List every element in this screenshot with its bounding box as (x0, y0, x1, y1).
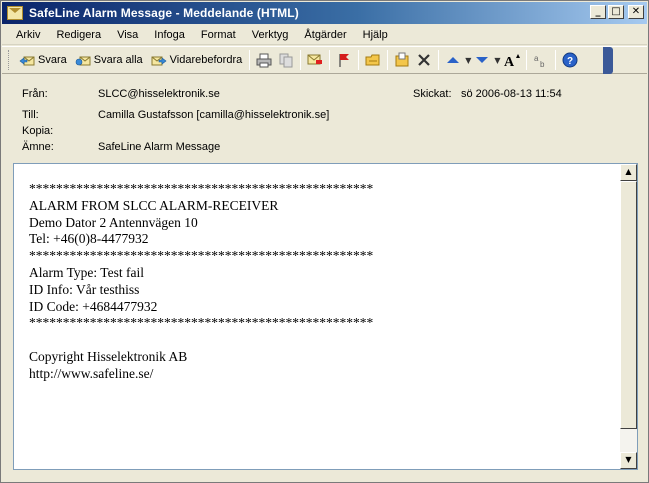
alarm-heading: ALARM FROM SLCC ALARM-RECEIVER (29, 197, 279, 213)
toolbar-separator (329, 50, 331, 70)
from-value[interactable]: SLCC@hisselektronik.se (98, 88, 220, 102)
move-to-folder-icon (365, 54, 380, 66)
copy-button[interactable] (275, 49, 297, 71)
font-size-button[interactable]: A (501, 49, 523, 71)
phone-line: Tel: +46(0)8-4477932 (29, 231, 149, 247)
cc-label: Kopia: (22, 125, 54, 137)
menu-atgarder[interactable]: Åtgärder (296, 29, 354, 41)
toolbar-grip[interactable] (8, 50, 11, 70)
toolbar-separator (249, 50, 251, 70)
id-code-line: ID Code: +4684477932 (29, 298, 158, 314)
reply-all-button[interactable]: Svara alla (71, 49, 147, 71)
sent-value: sö 2006-08-13 11:54 (461, 88, 562, 100)
flag-message-icon (307, 54, 323, 65)
copyright-line: Copyright Hisselektronik AB (29, 348, 188, 364)
id-info-line: ID Info: Vår testhiss (29, 281, 140, 297)
font-size-icon: A (504, 54, 520, 68)
forward-label: Vidarebefordra (169, 54, 243, 66)
menu-arkiv[interactable]: Arkiv (8, 29, 48, 41)
toolbar: Svara Svara alla Vidarebefordra ▼ ▼ A a … (2, 46, 647, 74)
toolbar-separator (525, 50, 527, 70)
cc-row: Kopia: (22, 125, 98, 139)
message-header: Från: SLCC@hisselektronik.se Skickat: sö… (2, 75, 647, 161)
next-item-button[interactable] (471, 49, 493, 71)
svg-text:a: a (534, 54, 539, 63)
subject-label: Ämne: (22, 141, 54, 153)
message-body[interactable]: ****************************************… (13, 163, 638, 470)
svg-text:b: b (540, 60, 545, 68)
help-icon: ? (562, 52, 578, 68)
to-row: Till: Camilla Gustafsson [camilla@hissel… (22, 109, 329, 123)
from-label: Från: (22, 88, 48, 100)
reply-all-icon (75, 56, 91, 66)
flag-button[interactable] (333, 49, 355, 71)
scroll-thumb[interactable] (620, 181, 637, 429)
reply-label: Svara (38, 54, 67, 66)
reply-icon (19, 56, 35, 66)
message-text: ****************************************… (29, 181, 609, 383)
subject-value: SafeLine Alarm Message (98, 141, 221, 153)
separator-line: ****************************************… (29, 181, 374, 196)
toolbar-separator (358, 50, 360, 70)
follow-up-button[interactable] (304, 49, 326, 71)
previous-item-button[interactable] (442, 49, 464, 71)
spelling-button[interactable]: a b (530, 49, 552, 71)
address-line: Demo Dator 2 Antennvägen 10 (29, 214, 198, 230)
menu-infoga[interactable]: Infoga (146, 29, 193, 41)
menu-bar: Arkiv Redigera Visa Infoga Format Verkty… (2, 25, 647, 45)
menu-format[interactable]: Format (193, 29, 244, 41)
forward-button[interactable]: Vidarebefordra (147, 49, 247, 71)
copy-icon (279, 53, 293, 68)
from-row: Från: SLCC@hisselektronik.se (22, 88, 220, 102)
reply-all-label: Svara alla (93, 54, 143, 66)
forward-icon (151, 56, 167, 66)
scroll-down-button[interactable]: ▼ (620, 452, 637, 469)
to-value[interactable]: Camilla Gustafsson [camilla@hisselektron… (98, 109, 329, 123)
separator-line: ****************************************… (29, 315, 374, 331)
message-window: SafeLine Alarm Message - Meddelande (HTM… (0, 0, 649, 483)
scroll-up-button[interactable]: ▲ (620, 164, 637, 181)
reply-button[interactable]: Svara (15, 49, 71, 71)
toolbar-separator (387, 50, 389, 70)
svg-text:?: ? (567, 56, 573, 67)
menu-hjalp[interactable]: Hjälp (355, 29, 396, 41)
copy-to-folder-icon (395, 52, 409, 67)
alarm-type-line: Alarm Type: Test fail (29, 264, 144, 280)
copy-to-folder-button[interactable] (391, 49, 413, 71)
sent-label: Skickat: (413, 88, 452, 100)
print-button[interactable] (253, 49, 275, 71)
title-bar: SafeLine Alarm Message - Meddelande (HTM… (2, 2, 647, 24)
website-link[interactable]: http://www.safeline.se/ (29, 366, 609, 383)
delete-icon (418, 54, 431, 66)
help-button[interactable]: ? (559, 49, 581, 71)
move-to-folder-button[interactable] (362, 49, 384, 71)
toolbar-overflow-button[interactable] (603, 47, 613, 74)
window-controls: _ □ ✕ (590, 5, 644, 19)
svg-text:A: A (504, 55, 515, 68)
menu-visa[interactable]: Visa (109, 29, 146, 41)
close-button[interactable]: ✕ (628, 5, 644, 19)
toolbar-separator (554, 50, 556, 70)
subject-row: Ämne: SafeLine Alarm Message (22, 141, 220, 155)
previous-item-icon (447, 57, 460, 63)
envelope-icon (7, 6, 23, 20)
maximize-button[interactable]: □ (608, 5, 624, 19)
toolbar-separator (438, 50, 440, 70)
minimize-button[interactable]: _ (590, 5, 606, 19)
menu-redigera[interactable]: Redigera (48, 29, 109, 41)
to-label: Till: (22, 109, 39, 121)
separator-line: ****************************************… (29, 248, 374, 264)
toolbar-separator (300, 50, 302, 70)
next-item-icon (476, 57, 489, 63)
print-icon (256, 53, 272, 68)
vertical-scrollbar[interactable]: ▲ ▼ (620, 164, 637, 469)
flag-icon (339, 54, 350, 67)
spelling-icon: a b (534, 54, 545, 68)
window-title: SafeLine Alarm Message - Meddelande (HTM… (29, 6, 299, 20)
menu-verktyg[interactable]: Verktyg (244, 29, 297, 41)
delete-button[interactable] (413, 49, 435, 71)
